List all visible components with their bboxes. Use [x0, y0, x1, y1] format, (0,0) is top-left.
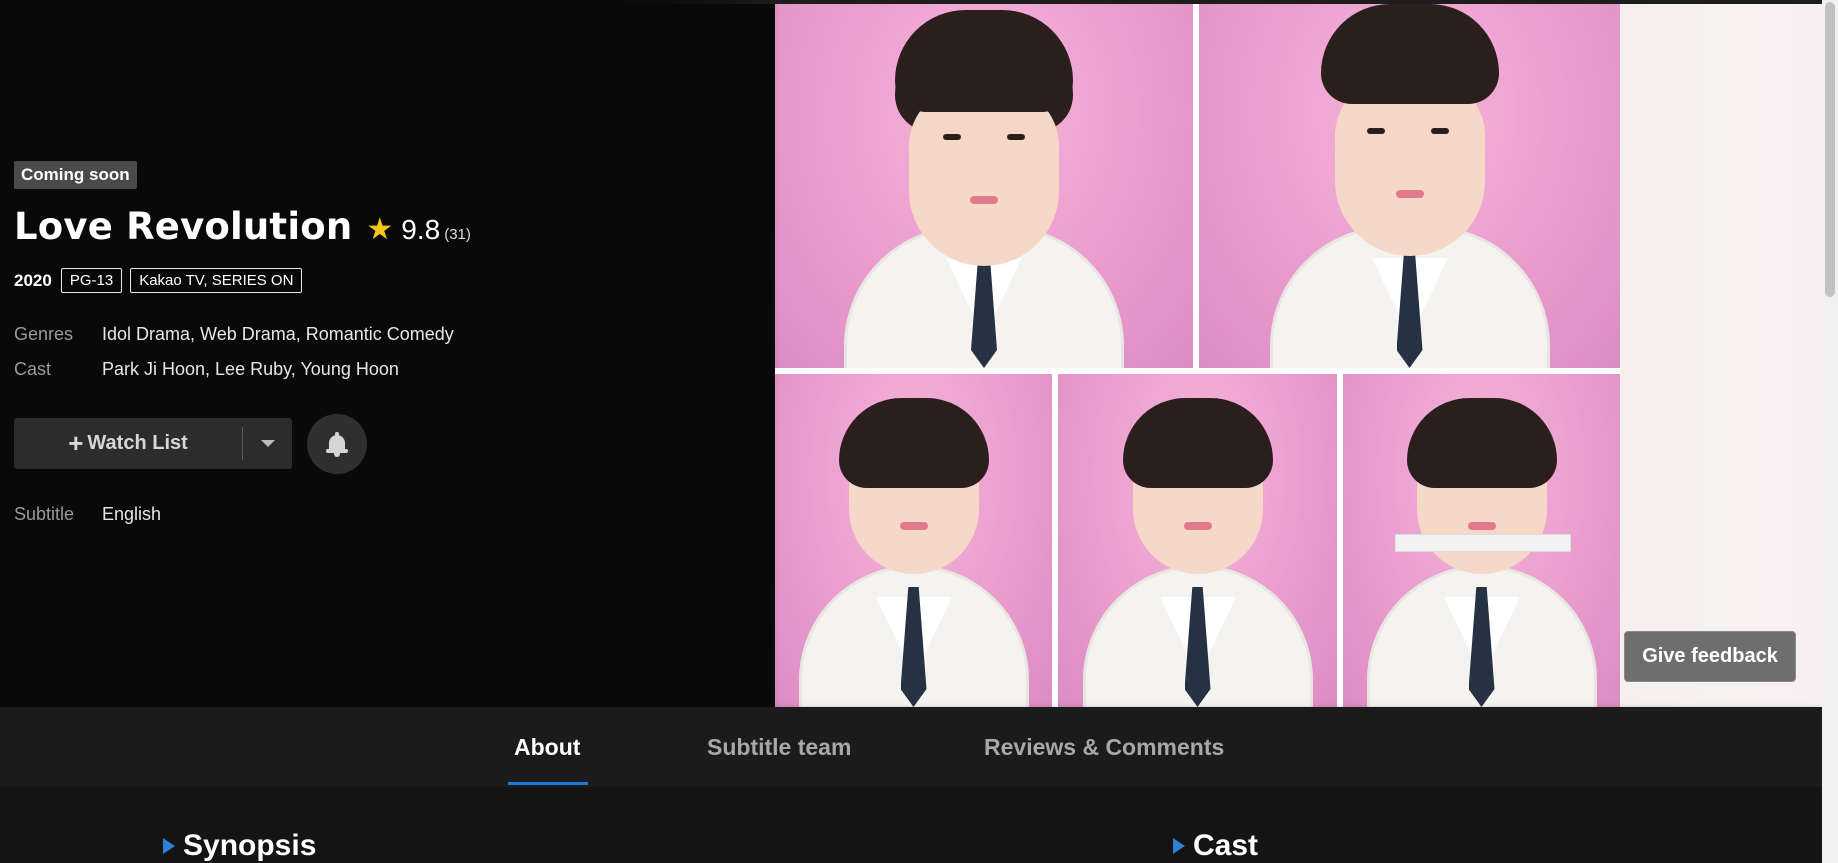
- poster-photo: [775, 4, 1193, 368]
- page-title: Love Revolution: [14, 205, 353, 248]
- status-badge: Coming soon: [14, 161, 137, 189]
- bell-icon: [326, 432, 348, 457]
- release-year: 2020: [14, 270, 52, 290]
- meta-row: 2020 PG-13 Kakao TV, SERIES ON: [14, 268, 310, 293]
- synopsis-title: Synopsis: [183, 829, 317, 862]
- cast-heading: Cast: [1173, 829, 1258, 863]
- content-rating-badge: PG-13: [60, 268, 123, 293]
- cast-value: Park Ji Hoon, Lee Ruby, Young Hoon: [102, 359, 399, 379]
- notify-button[interactable]: [307, 414, 367, 474]
- tab-reviews-comments[interactable]: Reviews & Comments: [984, 707, 1224, 787]
- give-feedback-button[interactable]: Give feedback: [1624, 631, 1796, 682]
- poster-paper-texture: [1620, 4, 1822, 707]
- subtitle-value: English: [102, 504, 162, 524]
- caret-down-icon: [260, 440, 275, 447]
- rating-value: 9.8: [401, 214, 441, 245]
- genres-row: Genres Idol Drama, Web Drama, Romantic C…: [14, 324, 454, 345]
- active-tab-indicator: [508, 782, 588, 785]
- subtitle-row: Subtitle English: [14, 504, 161, 525]
- poster-photo: [1058, 374, 1337, 707]
- scrollbar-thumb[interactable]: [1825, 2, 1835, 297]
- watch-list-label: Watch List: [87, 432, 188, 454]
- paper-strip: [1395, 534, 1571, 552]
- poster-photo-grid: [775, 4, 1620, 707]
- cast-label: Cast: [14, 359, 52, 379]
- poster-photo: [1199, 4, 1620, 368]
- star-icon: ★: [366, 212, 394, 247]
- hero-gradient-overlay: [580, 0, 780, 707]
- tab-subtitle-team[interactable]: Subtitle team: [707, 707, 851, 787]
- triangle-bullet-icon: [163, 838, 175, 854]
- watch-list-dropdown-button[interactable]: [243, 418, 292, 469]
- title-row: Love Revolution ★ 9.8 (31): [14, 205, 471, 248]
- plus-icon: +: [68, 428, 84, 458]
- network-badge: Kakao TV, SERIES ON: [130, 268, 303, 293]
- tab-about[interactable]: About: [514, 707, 580, 787]
- hero-banner: Coming soon Love Revolution ★ 9.8 (31) 2…: [0, 0, 1822, 707]
- poster-photo: [1343, 374, 1620, 707]
- cast-title: Cast: [1193, 829, 1259, 862]
- genres-label: Genres: [14, 324, 74, 344]
- triangle-bullet-icon: [1173, 838, 1185, 854]
- hero-poster-image: [775, 4, 1822, 707]
- synopsis-heading: Synopsis: [163, 829, 316, 863]
- watch-list-button-group: + Watch List: [14, 418, 292, 469]
- page-scrollbar[interactable]: [1822, 0, 1838, 863]
- rating-count: (31): [444, 226, 471, 243]
- page: Coming soon Love Revolution ★ 9.8 (31) 2…: [0, 0, 1838, 863]
- poster-photo: [775, 374, 1052, 707]
- tab-bar: About Subtitle team Reviews & Comments: [0, 707, 1822, 787]
- genres-value: Idol Drama, Web Drama, Romantic Comedy: [102, 324, 454, 344]
- cast-row: Cast Park Ji Hoon, Lee Ruby, Young Hoon: [14, 359, 399, 380]
- watch-list-button[interactable]: + Watch List: [14, 418, 242, 469]
- subtitle-label: Subtitle: [14, 504, 75, 524]
